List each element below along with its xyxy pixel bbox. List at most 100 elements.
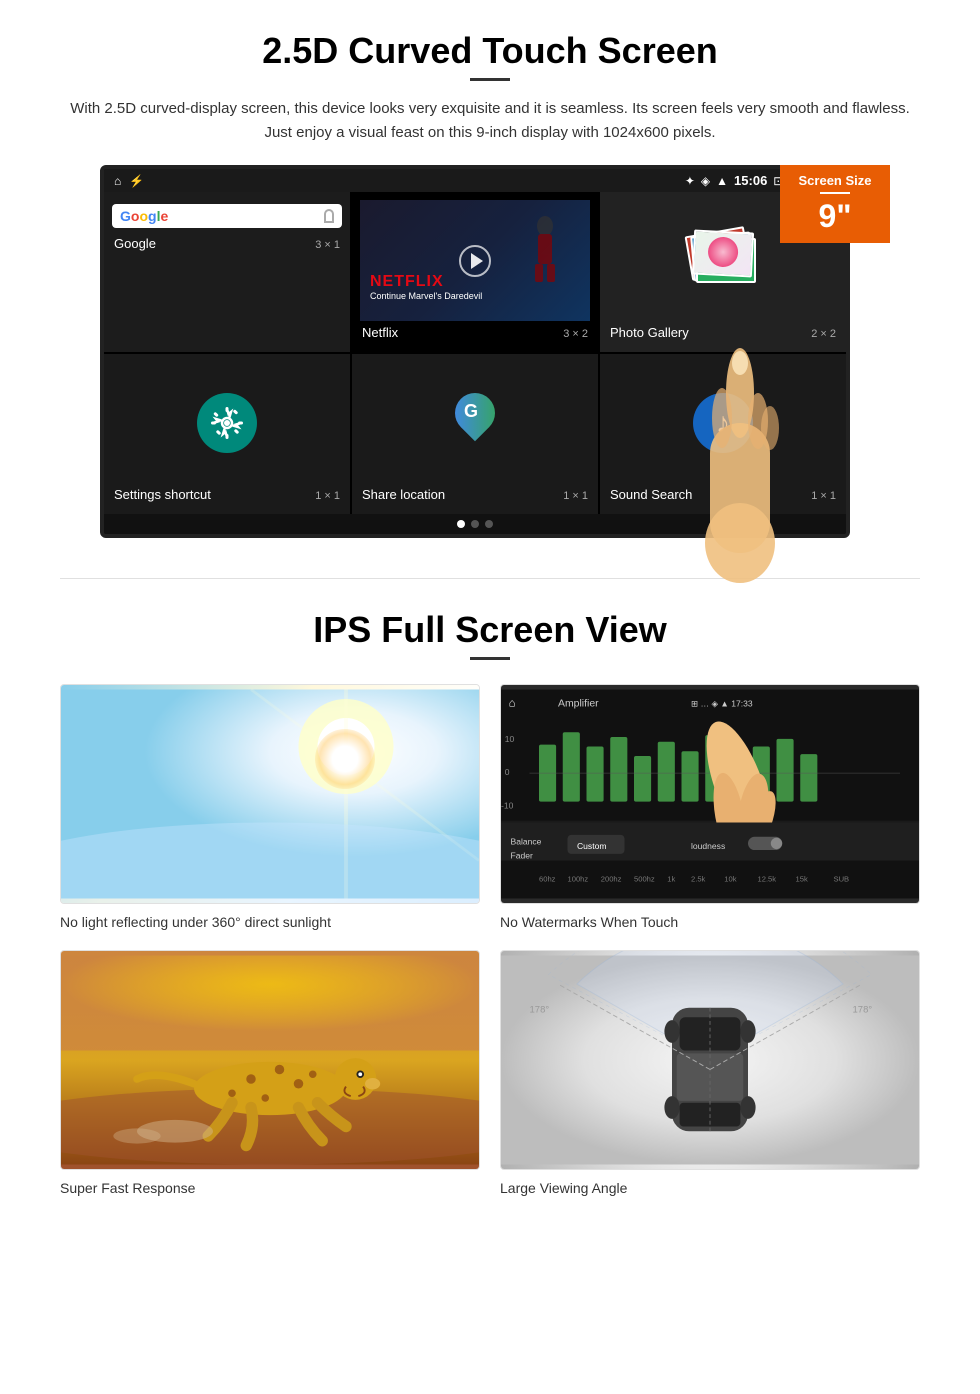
feature-sunlight: No light reflecting under 360° direct su… [60, 684, 480, 930]
status-time: 15:06 [734, 173, 767, 188]
netflix-label-row: Netflix 3 × 2 [360, 321, 590, 344]
sound-app-name: Sound Search [610, 487, 692, 502]
google-label-row: Google 3 × 1 [112, 232, 342, 255]
google-logo: Google [120, 208, 168, 224]
sound-label-row: Sound Search 1 × 1 [608, 483, 838, 506]
usb-icon: ⚡ [129, 174, 144, 188]
gear-icon [211, 407, 243, 439]
feature-cheetah: Super Fast Response [60, 950, 480, 1196]
netflix-play-button[interactable] [459, 245, 491, 277]
settings-preview [112, 362, 342, 483]
badge-divider [820, 192, 850, 194]
gallery-label-row: Photo Gallery 2 × 2 [608, 321, 838, 344]
screen-size-badge: Screen Size 9" [780, 165, 890, 243]
section2-title: IPS Full Screen View [60, 609, 920, 651]
netflix-app-cell[interactable]: NETFLIX Continue Marvel's Daredevil Netf… [352, 192, 598, 352]
svg-text:12.5k: 12.5k [758, 874, 777, 883]
sunlight-visual [61, 685, 479, 903]
svg-text:loudness: loudness [691, 841, 725, 851]
photo-stack [688, 226, 758, 296]
sound-preview: ♪ [608, 362, 838, 483]
settings-label-row: Settings shortcut 1 × 1 [112, 483, 342, 506]
nav-dot-2[interactable] [471, 520, 479, 528]
sunlight-caption: No light reflecting under 360° direct su… [60, 914, 480, 930]
svg-text:Amplifier: Amplifier [558, 699, 599, 710]
sunlight-image [60, 684, 480, 904]
google-app-size: 3 × 1 [315, 239, 340, 251]
cheetah-svg [61, 951, 479, 1169]
page-wrapper: 2.5D Curved Touch Screen With 2.5D curve… [0, 0, 980, 1226]
svg-text:⊞ … ◈ ▲ 17:33: ⊞ … ◈ ▲ 17:33 [691, 699, 753, 709]
android-screen: ⌂ ⚡ ✦ ◈ ▲ 15:06 ⊡ ◁) ⊠ ▭ [100, 165, 850, 538]
share-preview: G [360, 362, 590, 483]
svg-text:2.5k: 2.5k [691, 874, 706, 883]
car-caption: Large Viewing Angle [500, 1180, 920, 1196]
svg-text:100hz: 100hz [568, 874, 589, 883]
watermark-caption: No Watermarks When Touch [500, 914, 920, 930]
flower-icon [707, 236, 739, 268]
svg-text:Balance: Balance [511, 836, 542, 846]
car-svg: 178° 178° [501, 951, 919, 1169]
feature-car: 178° 178° Large Viewing Angle [500, 950, 920, 1196]
title-underline [470, 78, 510, 81]
app-grid: Google Google 3 × 1 [104, 192, 846, 514]
daredevil-figure [530, 216, 560, 286]
watermark-image: ⌂ Amplifier ⊞ … ◈ ▲ 17:33 10 0 -10 [500, 684, 920, 904]
gallery-app-size: 2 × 2 [811, 328, 836, 340]
settings-app-cell[interactable]: Settings shortcut 1 × 1 [104, 354, 350, 514]
share-app-size: 1 × 1 [563, 490, 588, 502]
cheetah-visual [61, 951, 479, 1169]
google-app-name: Google [114, 236, 156, 251]
svg-text:0: 0 [505, 767, 510, 777]
google-mic-icon[interactable] [324, 209, 334, 223]
nav-dot-3[interactable] [485, 520, 493, 528]
status-bar: ⌂ ⚡ ✦ ◈ ▲ 15:06 ⊡ ◁) ⊠ ▭ [104, 169, 846, 192]
amplifier-visual: ⌂ Amplifier ⊞ … ◈ ▲ 17:33 10 0 -10 [501, 685, 919, 903]
netflix-preview: NETFLIX Continue Marvel's Daredevil [360, 200, 590, 321]
svg-text:Fader: Fader [511, 851, 533, 861]
settings-app-name: Settings shortcut [114, 487, 211, 502]
features-grid: No light reflecting under 360° direct su… [60, 684, 920, 1196]
share-location-cell[interactable]: G Share location 1 × 1 [352, 354, 598, 514]
amplifier-svg: ⌂ Amplifier ⊞ … ◈ ▲ 17:33 10 0 -10 [501, 685, 919, 903]
sound-app-size: 1 × 1 [811, 490, 836, 502]
netflix-app-name: Netflix [362, 325, 398, 340]
svg-text:200hz: 200hz [601, 874, 622, 883]
svg-text:-10: -10 [501, 800, 514, 810]
maps-icon: G [450, 393, 500, 453]
netflix-app-size: 3 × 2 [563, 328, 588, 340]
badge-label: Screen Size [788, 173, 882, 188]
home-icon[interactable]: ⌂ [114, 174, 121, 188]
section1-title: 2.5D Curved Touch Screen [60, 30, 920, 72]
play-triangle-icon [471, 253, 483, 269]
screen-container: Screen Size 9" ⌂ ⚡ ✦ ◈ ▲ 15:06 ⊡ ◁) ⊠ [100, 165, 880, 538]
car-image: 178° 178° [500, 950, 920, 1170]
gallery-app-name: Photo Gallery [610, 325, 689, 340]
music-icon-bg: ♪ [693, 393, 753, 453]
share-label-row: Share location 1 × 1 [360, 483, 590, 506]
wifi-icon: ▲ [716, 174, 728, 188]
netflix-logo-text: NETFLIX [370, 273, 444, 290]
sound-search-cell[interactable]: ♪ Sound Search 1 × 1 [600, 354, 846, 514]
section-divider [60, 578, 920, 579]
nav-dot-1[interactable] [457, 520, 465, 528]
google-search-bar[interactable]: Google [112, 204, 342, 228]
location-icon: ◈ [701, 174, 710, 188]
bottom-nav [104, 514, 846, 534]
badge-size: 9" [788, 198, 882, 235]
svg-text:10: 10 [505, 734, 515, 744]
svg-text:178°: 178° [530, 1005, 550, 1016]
section1-desc: With 2.5D curved-display screen, this de… [60, 97, 920, 145]
feature-watermark: ⌂ Amplifier ⊞ … ◈ ▲ 17:33 10 0 -10 [500, 684, 920, 930]
svg-text:SUB: SUB [834, 874, 850, 883]
svg-text:500hz: 500hz [634, 874, 655, 883]
google-app-cell[interactable]: Google Google 3 × 1 [104, 192, 350, 352]
svg-text:10k: 10k [724, 874, 736, 883]
bluetooth-icon: ✦ [685, 174, 695, 188]
music-note-icon: ♪ [716, 407, 730, 439]
maps-letter: G [464, 401, 478, 422]
svg-text:1k: 1k [667, 874, 675, 883]
svg-text:15k: 15k [796, 874, 808, 883]
netflix-logo: NETFLIX Continue Marvel's Daredevil [370, 273, 482, 301]
sunlight-svg [61, 685, 479, 903]
